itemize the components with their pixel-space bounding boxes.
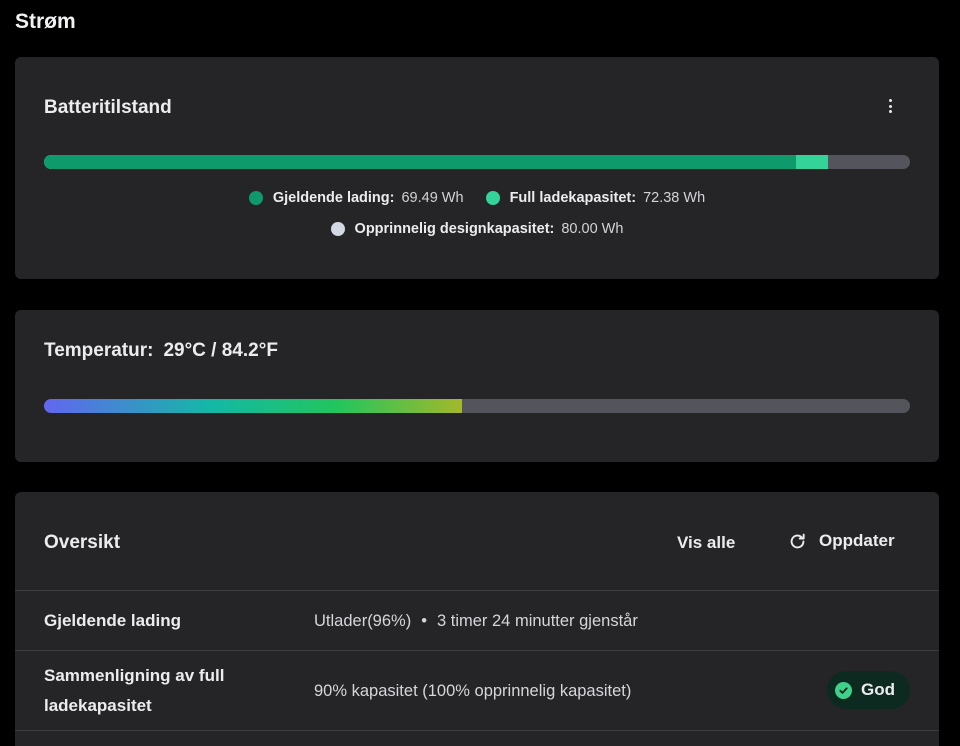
battery-health-title: Batteritilstand — [44, 97, 172, 118]
temperature-fill — [44, 399, 463, 413]
legend-value: 80.00 Wh — [561, 221, 624, 237]
legend-label: Full ladekapasitet: — [509, 190, 637, 206]
more-options-icon[interactable] — [881, 97, 899, 115]
check-circle-icon — [835, 681, 852, 699]
refresh-icon — [790, 533, 805, 548]
legend-value: 72.38 Wh — [643, 190, 706, 206]
table-row: Gjeldende lading Utlader(96%) • 3 timer 24… — [15, 590, 939, 651]
legend-value: 69.49 Wh — [401, 190, 464, 206]
design-capacity-dot-icon — [330, 222, 345, 236]
temperature-value: 29°C / 84.2°F — [163, 340, 278, 361]
status-badge: God — [827, 671, 910, 709]
page-title: Strøm — [15, 10, 76, 33]
charge-status: Utlader(96%) — [314, 612, 412, 630]
legend-label: Gjeldende lading: — [272, 190, 395, 206]
row-label: Sammenligning av full ladekapasitet — [44, 666, 225, 715]
current-charge-dot-icon — [248, 191, 263, 205]
row-label: Gjeldende lading — [44, 611, 181, 630]
view-all-button[interactable]: Vis alle — [677, 533, 735, 553]
overview-card: Oversikt Vis alle Oppdater Gjeldende lad… — [15, 492, 939, 746]
overview-header: Oversikt Vis alle Oppdater — [15, 492, 939, 590]
current-charge-segment — [44, 155, 797, 169]
battery-legend-row: Opprinnelig designkapasitet: 80.00 Wh — [15, 221, 939, 237]
row-value: Utlader(96%) • 3 timer 24 minutter gjenstå… — [314, 612, 638, 631]
battery-capacity-bar — [44, 155, 910, 169]
temperature-label: Temperatur: — [44, 340, 154, 361]
table-row — [15, 730, 939, 746]
refresh-button[interactable]: Oppdater — [788, 531, 895, 551]
separator-bullet: • — [421, 612, 427, 630]
legend-full-capacity: Full ladekapasitet: 72.38 Wh — [485, 190, 706, 206]
row-value: 90% kapasitet (100% opprinnelig kapasite… — [314, 682, 632, 700]
temperature-bar — [44, 399, 910, 413]
battery-health-card: Batteritilstand Gjeldende lading: 69.49 … — [15, 57, 939, 279]
legend-label: Opprinnelig designkapasitet: — [354, 221, 555, 237]
battery-legend-row: Gjeldende lading: 69.49 Wh Full ladekapa… — [15, 190, 939, 206]
legend-current-charge: Gjeldende lading: 69.49 Wh — [248, 190, 464, 206]
temperature-card: Temperatur: 29°C / 84.2°F — [15, 310, 939, 462]
full-capacity-dot-icon — [485, 191, 500, 205]
legend-design-capacity: Opprinnelig designkapasitet: 80.00 Wh — [330, 221, 624, 237]
refresh-label: Oppdater — [819, 531, 895, 550]
status-badge-label: God — [861, 680, 895, 699]
overview-title: Oversikt — [44, 532, 121, 553]
power-page: Strøm Batteritilstand Gjeldende lading: … — [0, 0, 960, 746]
temperature-heading: Temperatur: 29°C / 84.2°F — [44, 340, 278, 362]
table-row: Sammenligning av full ladekapasitet 90% … — [15, 650, 939, 731]
time-remaining: 3 timer 24 minutter gjenstår — [437, 612, 638, 630]
